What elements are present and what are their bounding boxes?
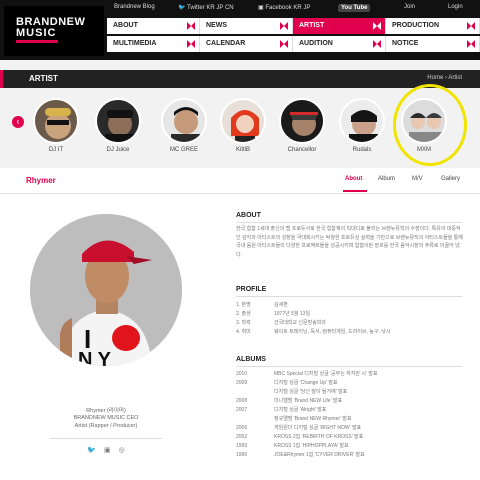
utility-bar: Brandnew Blog 🐦 Twitter KR JP CN ▣ Faceb… [108, 0, 480, 16]
nav-artist[interactable]: ARTIST [293, 18, 386, 34]
artist-name: Chancellor [287, 147, 317, 153]
artist-thumb-kittib[interactable]: KittiB [217, 98, 269, 153]
caption-name: Rhymer (라이머) [86, 408, 126, 414]
avatar [161, 98, 207, 144]
album-row: 2009 디지털 싱글 'Change Up' 발표 [236, 380, 338, 386]
tab-about[interactable]: About [345, 176, 362, 182]
nav-multimedia[interactable]: MULTIMEDIA [107, 36, 200, 52]
nav-production[interactable]: PRODUCTION [386, 18, 480, 34]
artist-name: Rudals [352, 147, 372, 153]
section-title-bar: ARTIST Home › Artist [0, 70, 480, 88]
artist-name: DJ Juice [106, 147, 130, 153]
artist-name: MC GREE [169, 147, 198, 153]
profile-row: 1. 본명 김세환 [236, 302, 288, 308]
nav-marker-icon [467, 22, 475, 30]
nav-about[interactable]: ABOUT [107, 18, 200, 34]
breadcrumb-current: Artist [448, 75, 462, 81]
artist-thumb-rudals[interactable]: Rudals [336, 98, 388, 153]
main-nav: ABOUT NEWS ARTIST PRODUCTION MULTIMEDIA … [107, 18, 480, 54]
album-row: 2008 미니앨범 'Brand NEW Life' 발표 [236, 398, 343, 404]
avatar [279, 98, 325, 144]
tab-album[interactable]: Album [378, 176, 395, 182]
profile-row: 3. 학력 건국대학교 신문방송학과 [236, 320, 326, 326]
social-links: 🐦 ▣ ◎ [0, 446, 212, 454]
nav-marker-icon [187, 22, 195, 30]
nav-calendar[interactable]: CALENDAR [200, 36, 293, 52]
album-row: 2007 디지털 싱글 'Alright' 발표 [236, 407, 327, 413]
divider [236, 222, 462, 223]
nav-marker-icon [280, 22, 288, 30]
album-row: 2010 MBC Special 디지털 싱글 '공부는 하지만 시' 발표 [236, 371, 378, 377]
artist-thumb-dj-it[interactable]: DJ IT [30, 98, 82, 153]
facebook-icon[interactable]: ▣ [104, 446, 111, 454]
caption-role: Artist (Rapper / Producer) [74, 423, 138, 429]
cyworld-icon[interactable]: ◎ [119, 446, 125, 454]
nav-notice[interactable]: NOTICE [386, 36, 480, 52]
divider [236, 366, 462, 367]
profile-heading: PROFILE [236, 286, 267, 293]
album-row: 1996 JOE&Rhymer 1집 'CYVER DRIVER' 발표 [236, 452, 365, 458]
youtube-link[interactable]: You Tube [338, 4, 371, 12]
blog-link[interactable]: Brandnew Blog [114, 4, 155, 10]
artist-thumb-chancellor[interactable]: Chancellor [276, 98, 328, 153]
breadcrumb-separator: › [444, 75, 447, 81]
carousel-prev-button[interactable]: ‹ [12, 116, 24, 128]
albums-heading: ALBUMS [236, 356, 266, 363]
logo-line2: MUSIC [16, 27, 57, 39]
nav-marker-icon [187, 40, 195, 48]
artist-name: DJ IT [48, 147, 64, 153]
login-link[interactable]: Login [448, 4, 463, 10]
facebook-link[interactable]: ▣ Facebook KR JP [258, 4, 310, 11]
twitter-icon: 🐦 [178, 5, 186, 11]
highlight-circle [393, 84, 467, 166]
artist-thumb-mc-gree[interactable]: MC GREE [158, 98, 210, 153]
twitter-icon[interactable]: 🐦 [87, 446, 96, 454]
about-text: 한국 힙합 1세대 출신의 랩 프로듀서로 한국 힙합계의 빅대디로 불리는 브… [236, 226, 463, 258]
avatar [33, 98, 79, 144]
divider [236, 296, 462, 297]
profile-header: Rhymer About Album M/V Gallery [0, 168, 480, 194]
album-row: 2006 게임원더 디지털 싱글 'RIGHT NOW' 발표 [236, 425, 362, 431]
artist-name: KittiB [235, 147, 250, 153]
brand-logo[interactable]: BRANDNEW MUSIC [4, 6, 104, 56]
section-title: ARTIST [29, 74, 58, 83]
join-link[interactable]: Join [404, 4, 415, 10]
twitter-link[interactable]: 🐦 Twitter KR JP CN [178, 4, 234, 11]
breadcrumb-home[interactable]: Home [427, 75, 443, 81]
caption-title: BRANDNEW MUSIC CEO [73, 415, 139, 421]
profile-name: Rhymer [26, 176, 56, 185]
nav-audition[interactable]: AUDITION [293, 36, 386, 52]
album-row: 디지털 싱글 '당신 말이 될거예' 발표 [274, 389, 348, 395]
profile-row: 2. 출생 1977년 5월 13일 [236, 311, 311, 317]
profile-row: 4. 취미 웨이트 트레이닝, 독서, 컴퓨터게임, 드라이브, 농구, 낚시 [236, 329, 391, 335]
album-row: 1999 KROSS 1집 'HIPHOPPLAYA' 발표 [236, 443, 349, 449]
tab-mv[interactable]: M/V [412, 176, 423, 182]
artist-portrait: I N Y [30, 214, 182, 366]
nav-news[interactable]: NEWS [200, 18, 293, 34]
site-header: BRANDNEW MUSIC Brandnew Blog 🐦 Twitter K… [0, 0, 480, 60]
active-tab-underline [343, 190, 367, 192]
avatar [220, 98, 266, 144]
tab-gallery[interactable]: Gallery [441, 176, 460, 182]
avatar [339, 98, 385, 144]
facebook-icon: ▣ [258, 5, 264, 11]
album-row: 2002 KROSS 2집 'REBIRTH OF KROSS' 발표 [236, 434, 364, 440]
album-row: 정규앨범 'Brand NEW Rhymer' 발표 [274, 416, 352, 422]
nav-marker-icon [280, 40, 288, 48]
profile-content: I N Y Rhymer (라이머) BRANDNEW MUSIC CEO Ar… [0, 194, 480, 480]
caption-divider [50, 438, 162, 439]
breadcrumb: Home › Artist [427, 75, 462, 81]
nav-marker-icon [373, 22, 381, 30]
nav-marker-icon [373, 40, 381, 48]
artist-thumb-dj-juice[interactable]: DJ Juice [92, 98, 144, 153]
avatar [95, 98, 141, 144]
about-heading: ABOUT [236, 212, 261, 219]
nav-marker-icon [467, 40, 475, 48]
logo-accent-bar [16, 40, 58, 43]
svg-text:N Y: N Y [78, 349, 112, 366]
